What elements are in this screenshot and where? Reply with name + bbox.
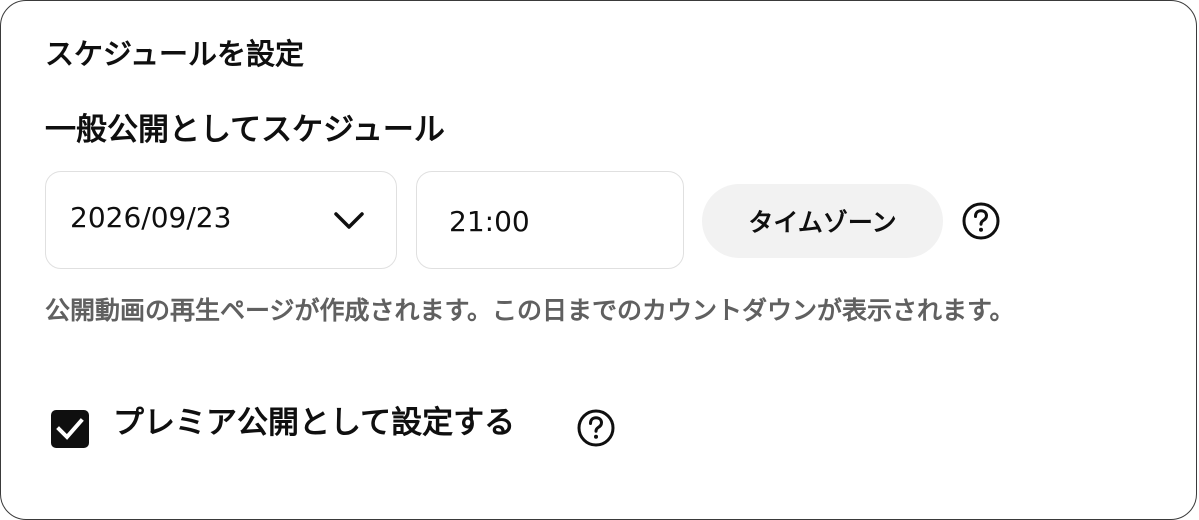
- timezone-button[interactable]: タイムゾーン: [702, 184, 943, 258]
- help-circle-icon[interactable]: [961, 201, 1001, 241]
- schedule-description: 公開動画の再生ページが作成されます。この日までのカウントダウンが表示されます。: [45, 296, 1015, 325]
- public-schedule-heading: 一般公開としてスケジュール: [45, 112, 445, 148]
- schedule-title: スケジュールを設定: [45, 37, 304, 71]
- schedule-panel: スケジュールを設定 一般公開としてスケジュール 2026/09/23 21:00…: [0, 0, 1197, 520]
- check-icon: [56, 418, 84, 440]
- chevron-down-icon: [334, 212, 364, 229]
- premiere-label[interactable]: プレミア公開として設定する: [113, 403, 515, 443]
- date-dropdown[interactable]: 2026/09/23: [45, 171, 397, 269]
- help-circle-icon[interactable]: [576, 408, 616, 448]
- premiere-checkbox[interactable]: [51, 410, 89, 448]
- time-value: 21:00: [449, 205, 530, 238]
- time-input[interactable]: 21:00: [416, 171, 684, 269]
- date-value: 2026/09/23: [70, 201, 232, 234]
